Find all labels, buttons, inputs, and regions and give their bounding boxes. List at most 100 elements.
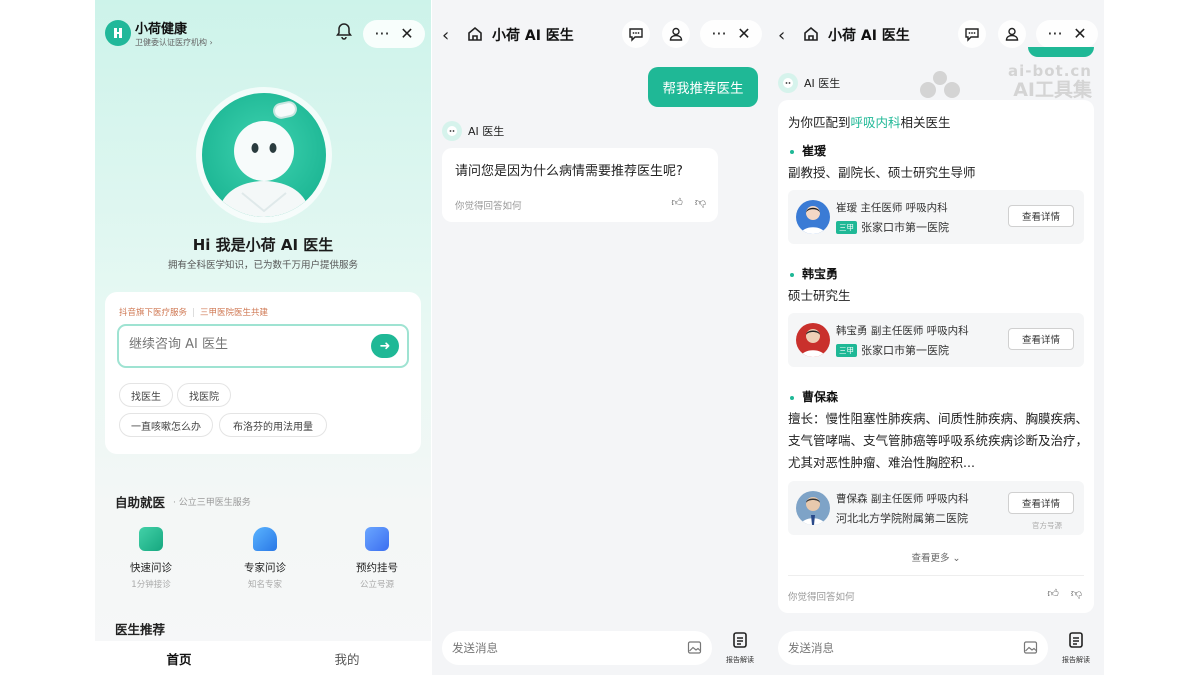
back-icon[interactable]: ‹ [442,25,449,46]
watermark-brand: AI工具集 [1013,79,1092,101]
user-icon[interactable] [662,20,690,48]
feedback-actions: 👍︎ 👎︎ [671,196,706,209]
doctor-name: 韩宝勇 [790,265,838,282]
chip-find-doctor[interactable]: 找医生 [119,383,173,407]
thumbs-up-icon[interactable]: 👍︎ [671,196,683,209]
doctor-name: 崔瑷 [790,142,826,159]
doctor-card[interactable]: 崔瑷 主任医师 呼吸内科 三甲 张家口市第一医院 查看详情 [788,190,1084,244]
send-arrow-icon[interactable]: ➜ [371,334,399,358]
chip-cough-question[interactable]: 一直咳嗽怎么办 [119,413,213,437]
feedback-prompt: 你觉得回答如何 [788,592,855,603]
mini-program-capsule: ··· ✕ [700,20,762,48]
match-title: 为你匹配到呼吸内科相关医生 [788,115,951,130]
thumbs-down-icon[interactable]: 👎︎ [695,196,706,209]
service-tags: 抖音旗下医疗服务 三甲医院医生共建 [119,306,268,318]
watermark: ai-bot.cn AI工具集 [1008,64,1092,100]
thumbs-down-icon[interactable]: 👎︎ [1071,587,1082,600]
chat-panel-results: ‹ 小荷 AI 医生 ··· ✕ ai-bot.cn AI工具集 AI 医生 为… [768,0,1104,675]
more-icon[interactable]: ··· [711,26,726,42]
view-detail-button[interactable]: 查看详情 [1008,205,1074,227]
report-reading-button[interactable]: 报告解读 [1058,631,1094,665]
ask-input-box[interactable]: ➜ [117,324,409,368]
view-detail-button[interactable]: 查看详情 [1008,492,1074,514]
image-icon[interactable] [687,640,702,659]
user-icon[interactable] [998,20,1026,48]
thumbs-up-icon[interactable]: 👍︎ [1047,587,1059,600]
doctor-hospital: 河北北方学院附属第二医院 [836,512,968,525]
service-sub: 公立号源 [359,580,394,590]
user-message: 帮我推荐医生 [648,67,758,107]
message-input[interactable]: 发送消息 [788,640,834,656]
doctor-match-card: 为你匹配到呼吸内科相关医生 崔瑷 副教授、副院长、硕士研究生导师 崔瑷 主任医师… [778,100,1094,613]
service-title: 快速问诊 [130,562,172,574]
tab-mine[interactable]: 我的 [263,649,431,668]
lightning-icon [139,527,163,551]
view-more-link[interactable]: 查看更多 ⌄ [778,550,1094,564]
report-label: 报告解读 [1062,656,1090,664]
service-sub: 1分钟接诊 [131,580,171,590]
ask-input[interactable] [129,337,359,352]
service-appointment[interactable]: 预约挂号 公立号源 [337,527,417,590]
doctor-avatar [796,323,830,357]
view-detail-button[interactable]: 查看详情 [1008,328,1074,350]
hero-subtitle: 拥有全科医学知识，已为数千万用户提供服务 [167,260,358,271]
chat-bubble-icon[interactable] [958,20,986,48]
bot-header: AI 医生 [778,73,840,93]
doctor-card[interactable]: 曹保森 副主任医师 呼吸内科 河北北方学院附属第二医院 查看详情 官方号源 [788,481,1084,535]
more-icon[interactable]: ··· [1047,26,1062,42]
watermark-logo-icon [916,68,964,104]
mini-program-capsule: ··· ✕ [1036,20,1098,48]
image-icon[interactable] [1023,640,1038,659]
bot-header: AI 医生 [442,121,504,141]
doctor-hospital-line: 三甲 张家口市第一医院 [836,342,949,358]
brand-certification[interactable]: 卫健委认证医疗机构 › [135,37,213,48]
chat-title: 小荷 AI 医生 [828,28,910,44]
self-service-subtitle: · 公立三甲医生服务 [173,498,251,508]
doctor-hospital-line: 河北北方学院附属第二医院 [836,510,968,526]
message-input-bar[interactable]: 发送消息 [442,631,712,665]
chat-title: 小荷 AI 医生 [492,28,574,44]
message-input[interactable]: 发送消息 [452,640,498,656]
close-icon[interactable]: ✕ [400,26,413,42]
doctor-desc: 硕士研究生 [788,288,851,303]
report-reading-button[interactable]: 报告解读 [722,631,758,665]
bell-icon[interactable] [335,22,353,44]
ai-doctor-avatar [202,93,326,217]
hospital-icon [365,527,389,551]
service-quick-consult[interactable]: 快速问诊 1分钟接诊 [111,527,191,590]
message-input-bar[interactable]: 发送消息 [778,631,1048,665]
home-icon[interactable] [802,25,820,47]
doctor-desc: 副教授、副院长、硕士研究生导师 [788,165,976,180]
chat-bubble-icon[interactable] [622,20,650,48]
tab-home[interactable]: 首页 [95,649,263,668]
doctor-title-line: 曹保森 副主任医师 呼吸内科 [836,493,969,505]
home-icon[interactable] [466,25,484,47]
watermark-domain: ai-bot.cn [1008,62,1092,80]
bot-name: AI 医生 [804,77,841,90]
more-icon[interactable]: ··· [374,26,389,42]
doctor-card[interactable]: 韩宝勇 副主任医师 呼吸内科 三甲 张家口市第一医院 查看详情 [788,313,1084,367]
match-department: 呼吸内科 [850,115,901,130]
brand-name: 小荷健康 [135,22,188,37]
service-expert-consult[interactable]: 专家问诊 知名专家 [225,527,305,590]
chip-ibuprofen-question[interactable]: 布洛芬的用法用量 [219,413,327,437]
bot-message-text: 请问您是因为什么病情需要推荐医生呢? [455,164,683,179]
doctor-title-line: 崔瑷 主任医师 呼吸内科 [836,202,948,214]
grade-badge: 三甲 [836,220,857,234]
official-source-label: 官方号源 [1032,521,1062,530]
bottom-tabbar: 首页 我的 [95,641,431,675]
doctor-hospital-line: 三甲 张家口市第一医院 [836,219,949,235]
back-icon[interactable]: ‹ [778,25,785,46]
bot-name: AI 医生 [468,125,505,138]
report-icon [1069,632,1083,648]
close-icon[interactable]: ✕ [1073,26,1086,42]
home-panel: 小荷健康 卫健委认证医疗机构 › ··· ✕ Hi 我是小荷 AI 医生 拥有全… [95,0,431,675]
doctor-desc: 擅长：慢性阻塞性肺疾病、间质性肺疾病、胸膜疾病、支气管哮喘、支气管肺癌等呼吸系统… [788,411,1088,470]
divider [788,575,1084,576]
doctor-hospital: 张家口市第一医院 [861,221,949,234]
chip-find-hospital[interactable]: 找医院 [177,383,231,407]
bot-avatar-icon [442,121,462,141]
chat-panel-question: ‹ 小荷 AI 医生 ··· ✕ 帮我推荐医生 AI 医生 请问您是因为什么病情… [432,0,768,675]
close-icon[interactable]: ✕ [737,26,750,42]
doctor-avatar [796,200,830,234]
